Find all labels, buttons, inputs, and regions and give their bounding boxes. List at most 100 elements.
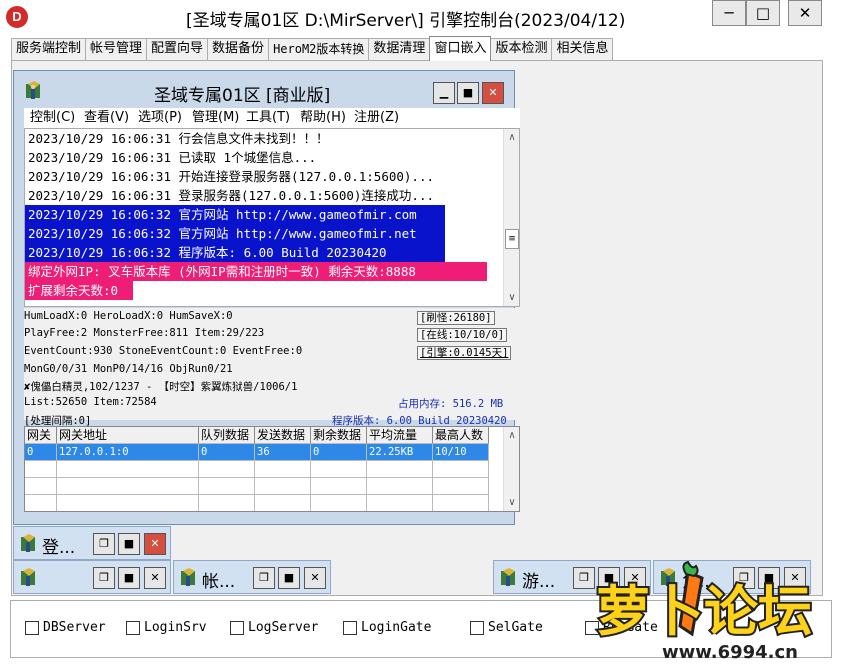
main-tabs: 服务端控制 帐号管理 配置向导 数据备份 HeroM2版本转换 数据清理 窗口嵌… bbox=[11, 36, 614, 61]
log-line: 2023/10/29 16:06:31 开始连接登录服务器(127.0.0.1:… bbox=[28, 169, 435, 184]
tab-account-manage[interactable]: 帐号管理 bbox=[85, 38, 148, 60]
menu-control[interactable]: 控制(C) bbox=[24, 108, 78, 128]
scroll-down-icon[interactable]: ∨ bbox=[504, 289, 519, 306]
warrior-icon bbox=[21, 568, 35, 586]
warrior-icon bbox=[26, 81, 40, 99]
table-cell: 0 bbox=[199, 444, 255, 461]
tab-about[interactable]: 相关信息 bbox=[551, 38, 614, 60]
log-line: 2023/10/29 16:06:32 官方网站 http://www.game… bbox=[25, 224, 445, 243]
tab-server-control[interactable]: 服务端控制 bbox=[11, 38, 87, 60]
checkbox-box[interactable] bbox=[25, 620, 39, 635]
table-row[interactable]: 0 127.0.0.1:0 0 36 0 22.25KB 10/10 bbox=[25, 444, 489, 461]
child-close-button[interactable]: ✕ bbox=[482, 82, 504, 104]
restore-button[interactable]: ❐ bbox=[253, 567, 275, 589]
log-panel[interactable]: 2023/10/29 16:06:31 行会信息文件未找到！！！ 2023/10/… bbox=[24, 128, 520, 307]
log-line: 绑定外网IP: 叉车版本库 (外网IP需和注册时一致) 剩余天数:8888 bbox=[25, 262, 487, 281]
app-logo-icon[interactable]: D bbox=[6, 6, 28, 28]
scroll-thumb[interactable]: ≡ bbox=[505, 229, 519, 249]
minimized-title: 登... bbox=[42, 538, 76, 558]
stat-eventcount: EventCount:930 StoneEventCount:0 EventFr… bbox=[24, 345, 303, 357]
gate-table[interactable]: 网关 网关地址 队列数据 发送数据 剩余数据 平均流量 最高人数 0 127.0… bbox=[24, 426, 520, 512]
log-line: 扩展剩余天数:0 bbox=[25, 281, 133, 300]
tab-herom2-convert[interactable]: HeroM2版本转换 bbox=[268, 38, 370, 60]
table-row bbox=[25, 478, 489, 495]
checkbox-loginsrv[interactable]: LoginSrv bbox=[126, 620, 207, 635]
maximize-button[interactable]: ■ bbox=[118, 533, 140, 555]
log-line: 2023/10/29 16:06:31 登录服务器(127.0.0.1:5600… bbox=[28, 188, 435, 203]
maximize-button[interactable]: □ bbox=[746, 0, 780, 26]
scroll-down-icon[interactable]: ∨ bbox=[504, 494, 519, 511]
maximize-button[interactable]: ■ bbox=[118, 567, 140, 589]
checkbox-selgate[interactable]: SelGate bbox=[470, 620, 543, 635]
stat-monster-refresh: [刷怪:26180] bbox=[417, 310, 495, 325]
table-row bbox=[25, 461, 489, 478]
close-button[interactable]: ✕ bbox=[788, 0, 822, 26]
minimize-button[interactable]: ─ bbox=[712, 0, 746, 26]
stat-playfree: PlayFree:2 MonsterFree:811 Item:29/223 bbox=[24, 327, 265, 339]
scroll-up-icon[interactable]: ∧ bbox=[504, 129, 519, 146]
window-title: [圣域专属01区 D:\MirServer\] 引擎控制台(2023/04/12… bbox=[186, 11, 626, 31]
column-header[interactable]: 剩余数据 bbox=[311, 427, 367, 444]
child-maximize-button[interactable]: ■ bbox=[457, 82, 479, 104]
tab-window-embed[interactable]: 窗口嵌入 bbox=[429, 36, 492, 61]
restore-button[interactable]: ❐ bbox=[93, 533, 115, 555]
log-line: 2023/10/29 16:06:32 官方网站 http://www.game… bbox=[25, 205, 445, 224]
tab-config-wizard[interactable]: 配置向导 bbox=[146, 38, 209, 60]
minimized-window-untitled[interactable]: ❐ ■ ✕ bbox=[13, 560, 171, 594]
close-button[interactable]: ✕ bbox=[144, 533, 166, 555]
svg-text:www.6994.cn: www.6994.cn bbox=[662, 642, 798, 663]
table-cell: 22.25KB bbox=[367, 444, 433, 461]
checkbox-box[interactable] bbox=[343, 620, 357, 635]
embedded-m2-window: 圣域专属01区 [商业版] ▁ ■ ✕ 控制(C) 查看(V) 选项(P) 管理… bbox=[13, 70, 520, 525]
scroll-up-icon[interactable]: ∧ bbox=[504, 427, 519, 444]
restore-button[interactable]: ❐ bbox=[93, 567, 115, 589]
watermark-logo: 萝卜论坛 www.6994.cn bbox=[578, 560, 840, 664]
stat-list: List:52650 Item:72584 bbox=[24, 396, 157, 408]
checkbox-dbserver[interactable]: DBServer bbox=[25, 620, 106, 635]
maximize-button[interactable]: ■ bbox=[278, 567, 300, 589]
checkbox-box[interactable] bbox=[470, 620, 484, 635]
column-header[interactable]: 队列数据 bbox=[199, 427, 255, 444]
warrior-icon bbox=[181, 568, 195, 586]
table-header: 网关 网关地址 队列数据 发送数据 剩余数据 平均流量 最高人数 bbox=[25, 427, 489, 444]
checkbox-box[interactable] bbox=[126, 620, 140, 635]
checkbox-logserver[interactable]: LogServer bbox=[230, 620, 318, 635]
tab-version-check[interactable]: 版本检测 bbox=[490, 38, 553, 60]
menu-options[interactable]: 选项(P) bbox=[132, 108, 186, 128]
column-header[interactable]: 网关 bbox=[25, 427, 57, 444]
svg-text:萝卜论坛: 萝卜论坛 bbox=[596, 580, 812, 643]
menu-help[interactable]: 帮助(H) bbox=[294, 108, 348, 128]
checkbox-box[interactable] bbox=[230, 620, 244, 635]
table-scrollbar[interactable]: ∧ ∨ bbox=[503, 427, 519, 511]
column-header[interactable]: 发送数据 bbox=[255, 427, 311, 444]
log-line: 2023/10/29 16:06:32 程序版本: 6.00 Build 202… bbox=[25, 243, 445, 262]
minimized-title: 帐... bbox=[202, 572, 236, 592]
stat-online: [在线:10/10/0] bbox=[417, 327, 508, 342]
child-title-bar[interactable]: 圣域专属01区 [商业版] ▁ ■ ✕ bbox=[14, 71, 514, 109]
tab-data-backup[interactable]: 数据备份 bbox=[207, 38, 270, 60]
table-cell: 10/10 bbox=[433, 444, 489, 461]
minimized-window-dbserver[interactable]: 登... ❐ ■ ✕ bbox=[13, 526, 171, 560]
checkbox-logingate[interactable]: LoginGate bbox=[343, 620, 431, 635]
child-title: 圣域专属01区 [商业版] bbox=[154, 86, 331, 106]
log-scrollbar[interactable]: ∧ ≡ ∨ bbox=[503, 129, 519, 306]
warrior-icon bbox=[21, 534, 35, 552]
close-button[interactable]: ✕ bbox=[144, 567, 166, 589]
column-header[interactable]: 平均流量 bbox=[367, 427, 433, 444]
column-header[interactable]: 网关地址 bbox=[57, 427, 199, 444]
tab-data-cleanup[interactable]: 数据清理 bbox=[368, 38, 431, 60]
table-cell: 0 bbox=[25, 444, 57, 461]
status-panel: HumLoadX:0 HeroLoadX:0 HumSaveX:0 [刷怪:26… bbox=[24, 308, 520, 427]
menu-view[interactable]: 查看(V) bbox=[78, 108, 132, 128]
stat-memory: 占用内存: 516.2 MB bbox=[398, 398, 504, 410]
menu-manage[interactable]: 管理(M) bbox=[186, 108, 240, 128]
log-line: 2023/10/29 16:06:31 已读取 1个城堡信息... bbox=[28, 150, 317, 165]
menu-register[interactable]: 注册(Z) bbox=[348, 108, 402, 128]
warrior-icon bbox=[501, 568, 515, 586]
minimized-window-account[interactable]: 帐... ❐ ■ ✕ bbox=[173, 560, 331, 594]
menu-tools[interactable]: 工具(T) bbox=[240, 108, 294, 128]
child-minimize-button[interactable]: ▁ bbox=[433, 82, 455, 104]
log-line: 2023/10/29 16:06:31 行会信息文件未找到！！！ bbox=[28, 131, 329, 146]
close-button[interactable]: ✕ bbox=[304, 567, 326, 589]
column-header[interactable]: 最高人数 bbox=[433, 427, 489, 444]
